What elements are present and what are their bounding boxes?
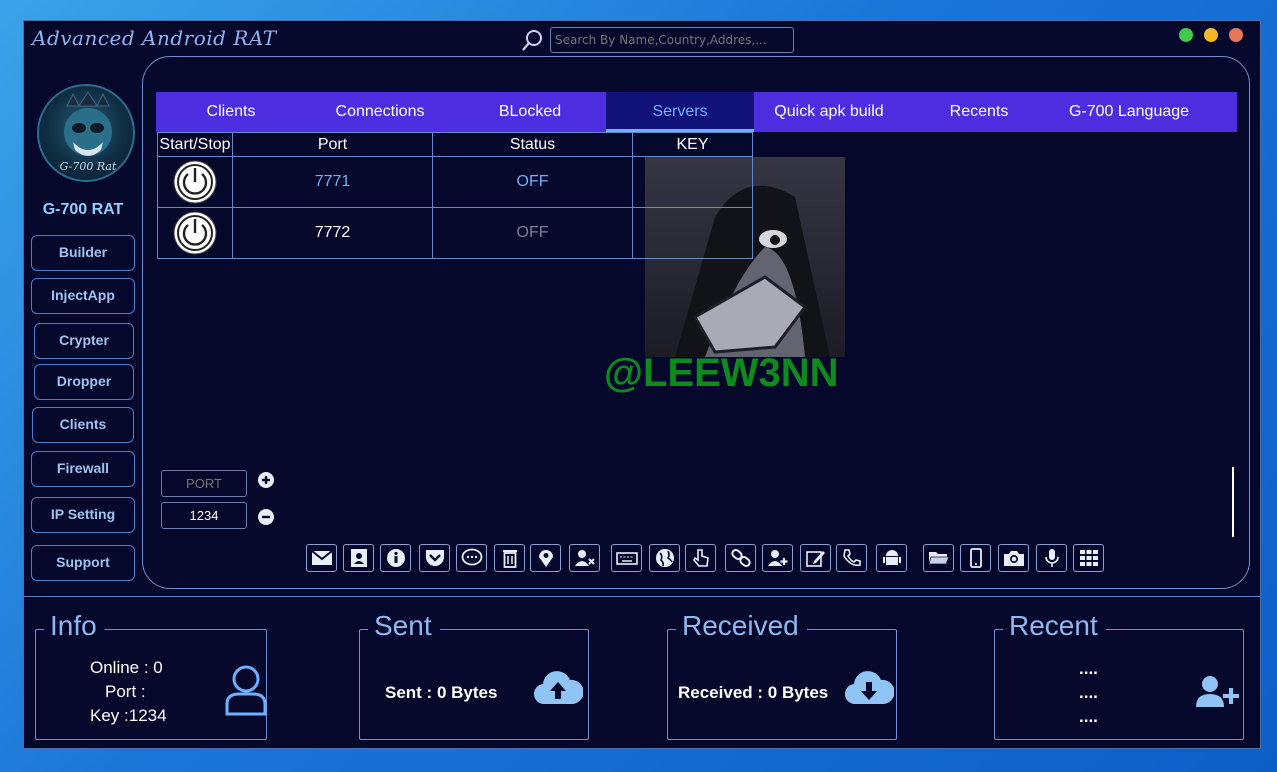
sidebar-item-clients[interactable]: Clients xyxy=(32,407,134,443)
mobile-icon[interactable] xyxy=(960,544,991,572)
column-header-key: KEY xyxy=(632,132,753,157)
servers-table: Start/Stop Port Status KEY 7771 OFF 7772… xyxy=(157,132,753,259)
sidebar-item-ip-setting[interactable]: IP Setting xyxy=(31,497,135,533)
camera-icon[interactable] xyxy=(998,544,1029,572)
recent-line: .... xyxy=(1079,659,1098,678)
port-input[interactable] xyxy=(161,470,247,497)
status-cell: OFF xyxy=(432,207,633,259)
scrollbar[interactable] xyxy=(1232,467,1234,537)
key-label: Key :1234 xyxy=(90,706,167,725)
add-user-icon[interactable] xyxy=(762,544,793,572)
start-stop-cell xyxy=(157,156,233,208)
start-stop-cell xyxy=(157,207,233,259)
microphone-icon[interactable] xyxy=(1036,544,1067,572)
power-icon[interactable] xyxy=(172,210,218,256)
info-title: Info xyxy=(44,610,105,642)
apps-icon[interactable] xyxy=(1073,544,1104,572)
sent-bytes: Sent : 0 Bytes xyxy=(385,683,498,702)
column-header-start-stop: Start/Stop xyxy=(157,132,233,157)
remove-user-icon[interactable] xyxy=(569,544,600,572)
watermark-text: @LEEW3NN xyxy=(604,351,839,395)
skull-logo-icon: G-700 Rat xyxy=(60,91,117,173)
online-count: Online : 0 xyxy=(90,658,163,677)
touch-icon[interactable] xyxy=(685,544,716,572)
remove-port-icon[interactable] xyxy=(258,509,274,525)
minimize-button[interactable] xyxy=(1204,28,1218,42)
globe-icon[interactable] xyxy=(649,544,680,572)
sidebar-item-support[interactable]: Support xyxy=(31,545,135,581)
avatar: G-700 Rat xyxy=(37,84,135,182)
received-title: Received xyxy=(676,610,807,642)
chat-icon[interactable] xyxy=(456,544,487,572)
close-button[interactable] xyxy=(1229,28,1243,42)
received-bytes: Received : 0 Bytes xyxy=(678,683,829,702)
sidebar-item-firewall[interactable]: Firewall xyxy=(31,451,135,487)
sidebar-item-injectapp[interactable]: InjectApp xyxy=(31,278,135,314)
sent-card: Sent Sent : 0 Bytes xyxy=(359,610,589,740)
key-cell xyxy=(632,207,753,259)
column-header-status: Status xyxy=(432,132,633,157)
column-header-port: Port xyxy=(232,132,433,157)
folder-icon[interactable] xyxy=(923,544,954,572)
link-icon[interactable] xyxy=(725,544,756,572)
tab-language[interactable]: G-700 Language xyxy=(1054,92,1204,132)
search-input[interactable] xyxy=(550,27,794,53)
tab-bar: Clients Connections BLocked Servers Quic… xyxy=(156,92,1237,132)
add-port-icon[interactable] xyxy=(258,472,274,488)
recent-card: Recent .... .... .... xyxy=(994,610,1244,740)
android-icon[interactable] xyxy=(876,544,907,572)
tab-quick-apk-build[interactable]: Quick apk build xyxy=(754,92,904,132)
main-window: Advanced Android RAT G-700 Rat G-700 RAT… xyxy=(23,20,1261,749)
user-icon xyxy=(225,665,267,716)
sidebar-item-builder[interactable]: Builder xyxy=(31,235,135,271)
port-value-field[interactable]: 1234 xyxy=(161,502,247,529)
keyboard-icon[interactable] xyxy=(611,544,642,572)
port-cell: 7771 xyxy=(232,156,433,208)
tab-connections[interactable]: Connections xyxy=(306,92,454,132)
cloud-upload-icon xyxy=(534,671,583,705)
brand-name: G-700 RAT xyxy=(42,201,124,218)
section-divider xyxy=(24,596,1260,597)
sidebar-item-dropper[interactable]: Dropper xyxy=(34,364,134,400)
port-label: Port : xyxy=(105,682,146,701)
search-icon[interactable] xyxy=(521,28,545,52)
tab-clients[interactable]: Clients xyxy=(156,92,306,132)
trash-icon[interactable] xyxy=(494,544,525,572)
tab-blocked[interactable]: BLocked xyxy=(454,92,606,132)
recent-line: .... xyxy=(1079,683,1098,702)
info-icon[interactable] xyxy=(380,544,411,572)
table-row: 7772 OFF xyxy=(157,207,753,259)
phone-icon[interactable] xyxy=(836,544,867,572)
svg-text:G-700 Rat: G-700 Rat xyxy=(60,160,117,173)
received-card: Received Received : 0 Bytes xyxy=(667,610,897,740)
recent-line: .... xyxy=(1079,707,1098,726)
key-cell xyxy=(632,156,753,208)
contacts-icon[interactable] xyxy=(343,544,374,572)
add-user-icon[interactable] xyxy=(1195,674,1239,708)
tab-recents[interactable]: Recents xyxy=(904,92,1054,132)
port-cell: 7772 xyxy=(232,207,433,259)
maximize-button[interactable] xyxy=(1179,28,1193,42)
tab-servers[interactable]: Servers xyxy=(606,92,754,132)
power-icon[interactable] xyxy=(172,159,218,205)
mail-icon[interactable] xyxy=(306,544,337,572)
info-card: Info Online : 0 Port : Key :1234 xyxy=(35,610,267,740)
cloud-download-icon xyxy=(845,671,894,705)
location-icon[interactable] xyxy=(530,544,561,572)
pocket-icon[interactable] xyxy=(419,544,450,572)
edit-icon[interactable] xyxy=(800,544,831,572)
recent-title: Recent xyxy=(1003,610,1106,642)
sidebar-item-crypter[interactable]: Crypter xyxy=(34,323,134,359)
status-cell: OFF xyxy=(432,156,633,208)
table-row: 7771 OFF xyxy=(157,156,753,208)
window-title: Advanced Android RAT xyxy=(32,26,277,50)
sent-title: Sent xyxy=(368,610,440,642)
